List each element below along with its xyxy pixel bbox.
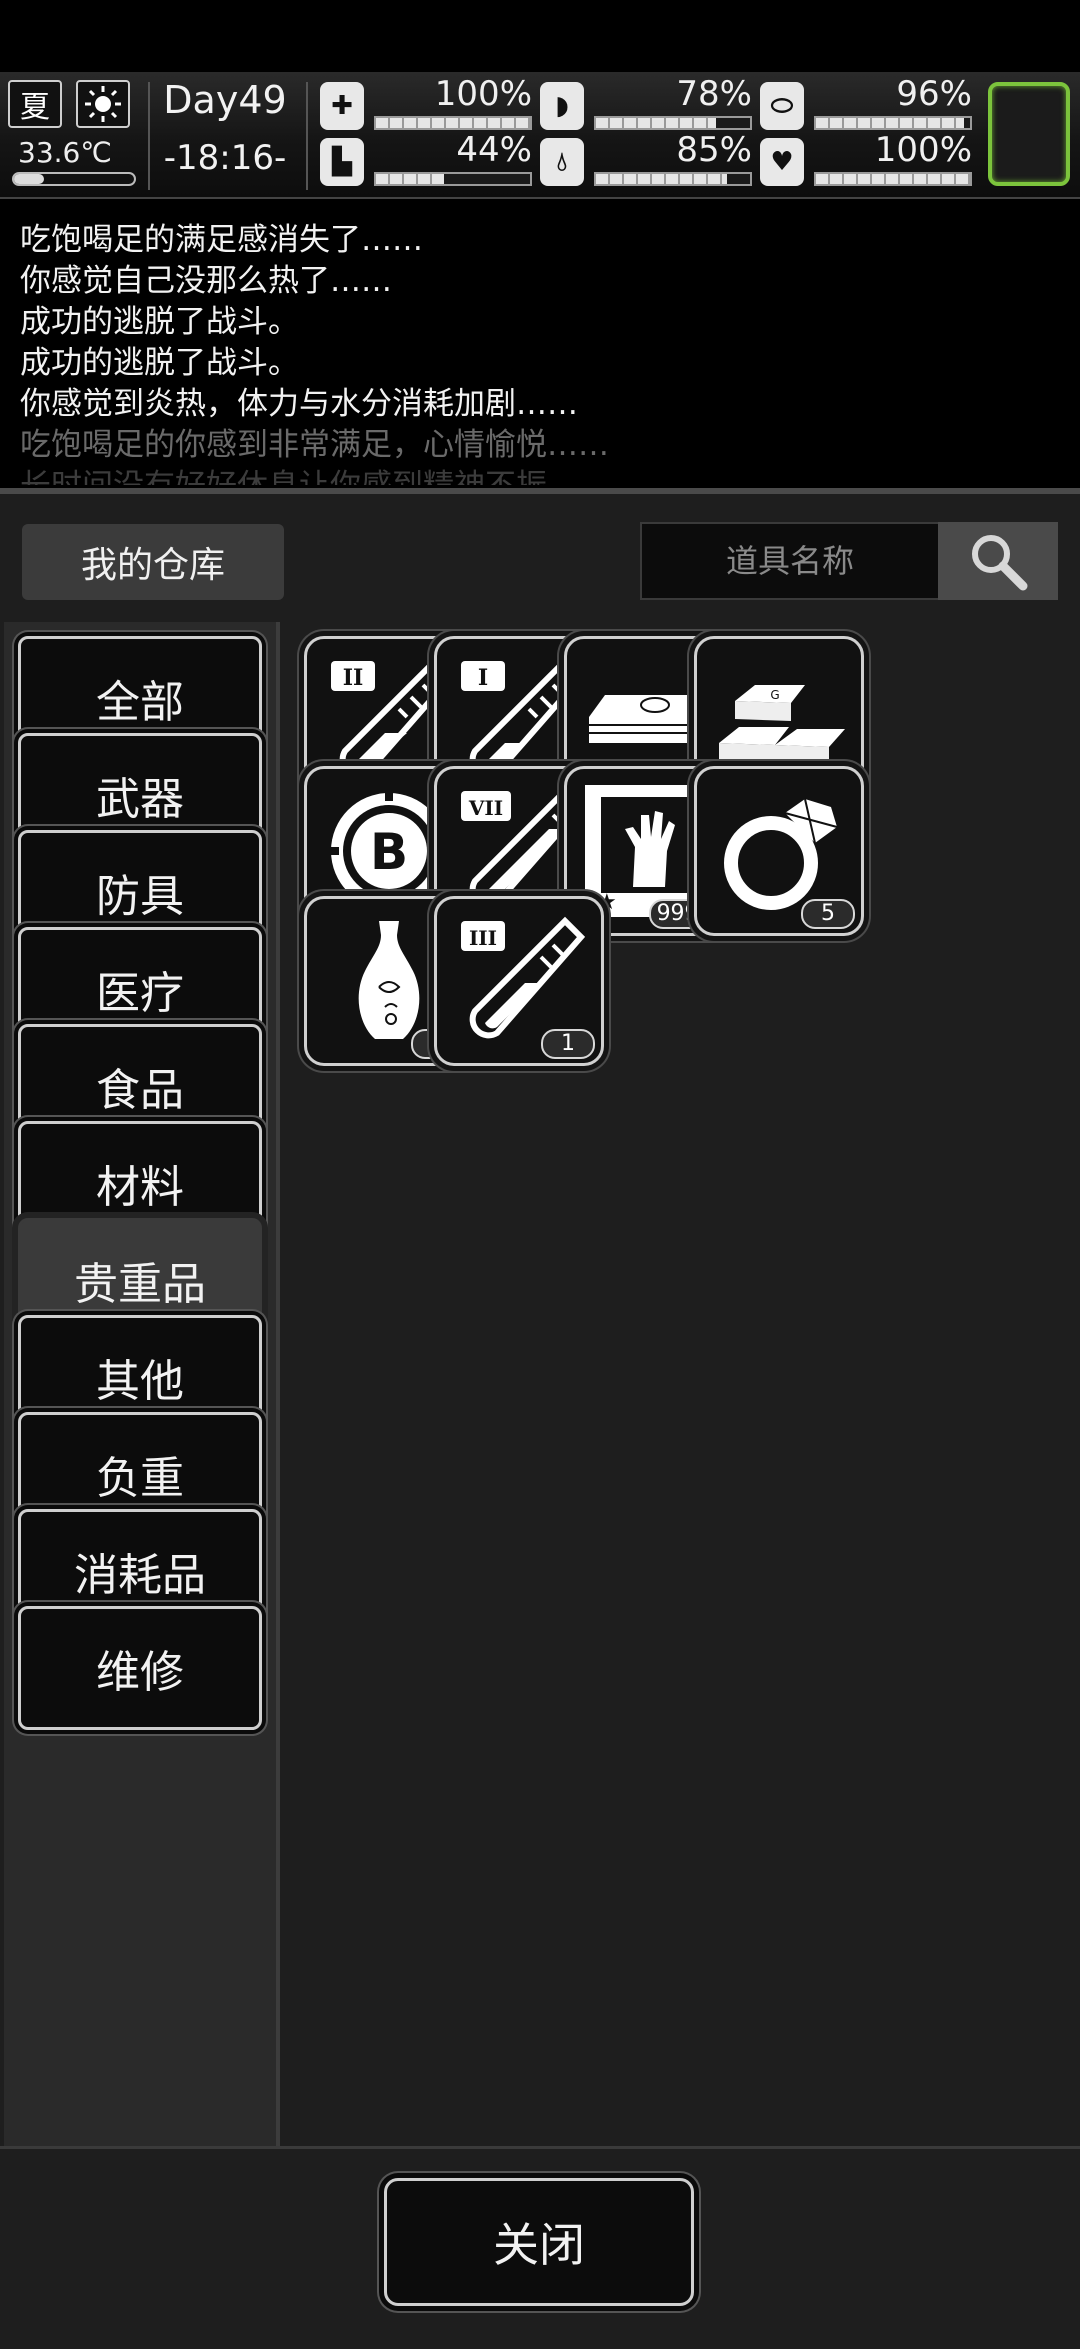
stamina-bar	[374, 172, 532, 186]
divider	[148, 82, 150, 190]
svg-text:VII: VII	[468, 796, 503, 820]
warehouse-panel: 我的仓库 道具名称 全部 武器 防具 医疗 食品 材料 贵重品 其他 负重 消耗…	[0, 488, 1080, 2349]
temperature-text: 33.6℃	[18, 136, 112, 169]
log-line: 长时间没有好好休息让你感到精神不振……	[20, 460, 609, 485]
medicine-value: 96%	[896, 74, 972, 114]
search-icon	[972, 535, 1028, 591]
stamina-value: 44%	[456, 130, 532, 170]
message-log: 吃饱喝足的满足感消失了…… 你感觉自己没那么热了…… 成功的逃脱了战斗。 成功的…	[0, 200, 1080, 485]
svg-text:I: I	[478, 665, 488, 691]
health-bar	[374, 116, 532, 130]
thermometer-bar	[12, 172, 136, 186]
pill-icon: ⬭	[760, 82, 804, 130]
heart-icon: ♥	[760, 138, 804, 186]
search-button[interactable]	[938, 522, 1058, 600]
thirst-stat: 💧︎ 85%	[540, 130, 754, 190]
mood-value: 100%	[874, 130, 972, 170]
svg-text:B: B	[370, 823, 408, 881]
log-line: 你感觉到炎热，体力与水分消耗加剧……	[20, 386, 578, 422]
health-value: 100%	[434, 74, 532, 114]
clock-time: -18:16-	[163, 138, 287, 178]
equipped-slot[interactable]	[988, 82, 1070, 186]
divider	[306, 82, 308, 190]
category-list[interactable]: 全部 武器 防具 医疗 食品 材料 贵重品 其他 负重 消耗品 维修	[4, 622, 280, 2146]
item-count: 5	[801, 899, 855, 929]
season-icon: 夏	[8, 80, 62, 128]
log-line: 吃饱喝足的满足感消失了……	[20, 222, 423, 258]
water-drop-icon: 💧︎	[540, 138, 584, 186]
log-line: 成功的逃脱了战斗。	[20, 304, 299, 340]
mood-stat: ♥ 100%	[760, 130, 974, 190]
item-count: 1	[541, 1029, 595, 1059]
category-repair-button[interactable]: 维修	[18, 1606, 262, 1730]
log-line: 成功的逃脱了战斗。	[20, 345, 299, 381]
log-line: 吃饱喝足的你感到非常满足，心情愉悦……	[20, 427, 609, 463]
warehouse-title: 我的仓库	[22, 524, 284, 600]
close-button[interactable]: 关闭	[384, 2178, 694, 2306]
medkit-icon: ✚	[320, 82, 364, 130]
medicine-stat: ⬭ 96%	[760, 74, 974, 134]
medicine-bar	[814, 116, 972, 130]
svg-text:III: III	[469, 926, 497, 950]
log-line: 你感觉自己没那么热了……	[20, 263, 392, 299]
stomach-icon: ◗	[540, 82, 584, 130]
foot-icon: ▙	[320, 138, 364, 186]
thirst-bar	[594, 172, 752, 186]
item-slot[interactable]: 5	[694, 766, 864, 936]
mood-bar	[814, 172, 972, 186]
hunger-value: 78%	[676, 74, 752, 114]
item-grid: II 31 I 28 143	[286, 622, 1080, 2146]
item-slot[interactable]: III 1	[434, 896, 604, 1066]
hunger-bar	[594, 116, 752, 130]
day-counter: Day49	[163, 78, 287, 122]
hunger-stat: ◗ 78%	[540, 74, 754, 134]
health-stat: ✚ 100%	[320, 74, 534, 134]
svg-text:G: G	[770, 688, 779, 702]
sun-icon	[76, 80, 130, 128]
stamina-stat: ▙ 44%	[320, 130, 534, 190]
svg-text:II: II	[343, 665, 364, 691]
thirst-value: 85%	[676, 130, 752, 170]
search-input[interactable]: 道具名称	[640, 522, 940, 600]
